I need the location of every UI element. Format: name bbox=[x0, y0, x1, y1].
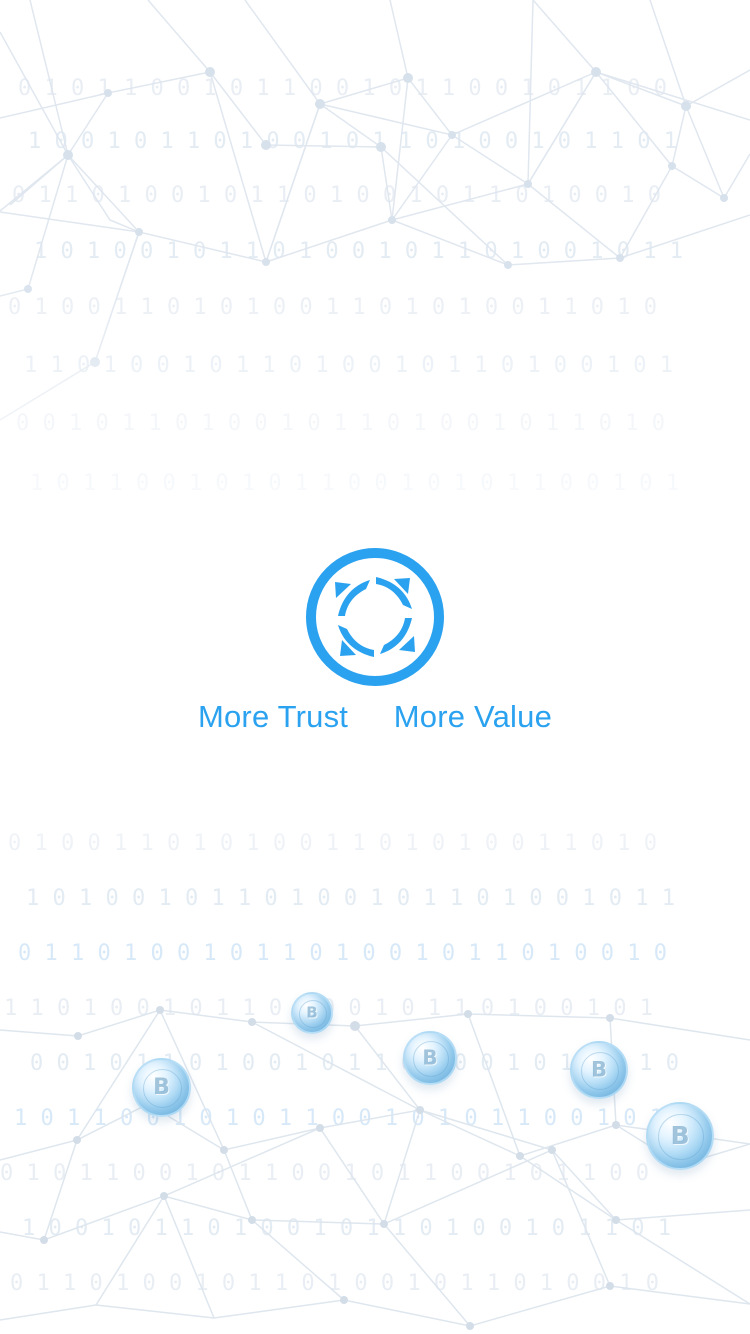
circular-arrows-logo-icon bbox=[306, 548, 444, 686]
slogan-more-trust: More Trust bbox=[197, 699, 349, 734]
slogan-more-value: More Value bbox=[393, 699, 553, 734]
bitcoin-symbol: B bbox=[590, 1057, 608, 1082]
splash-screen: 0 1 0 1 1 0 0 1 0 1 1 0 0 1 0 1 1 0 0 1 … bbox=[0, 0, 750, 1334]
bitcoin-symbol: B bbox=[306, 1003, 318, 1022]
bitcoin-symbol: B bbox=[670, 1120, 690, 1150]
slogan: More Trust More Value bbox=[0, 696, 750, 738]
bitcoin-symbol: B bbox=[422, 1045, 438, 1070]
bitcoin-coin-icon: B bbox=[403, 1031, 457, 1085]
bitcoin-symbol: B bbox=[153, 1074, 170, 1100]
splash-brand: More Trust More Value bbox=[0, 546, 750, 746]
bitcoin-coin-icon: B bbox=[132, 1058, 191, 1117]
bitcoin-coin-icon: B bbox=[291, 992, 333, 1034]
bitcoin-coin-icon: B bbox=[646, 1102, 714, 1170]
bitcoin-coin-icon: B bbox=[570, 1041, 628, 1099]
